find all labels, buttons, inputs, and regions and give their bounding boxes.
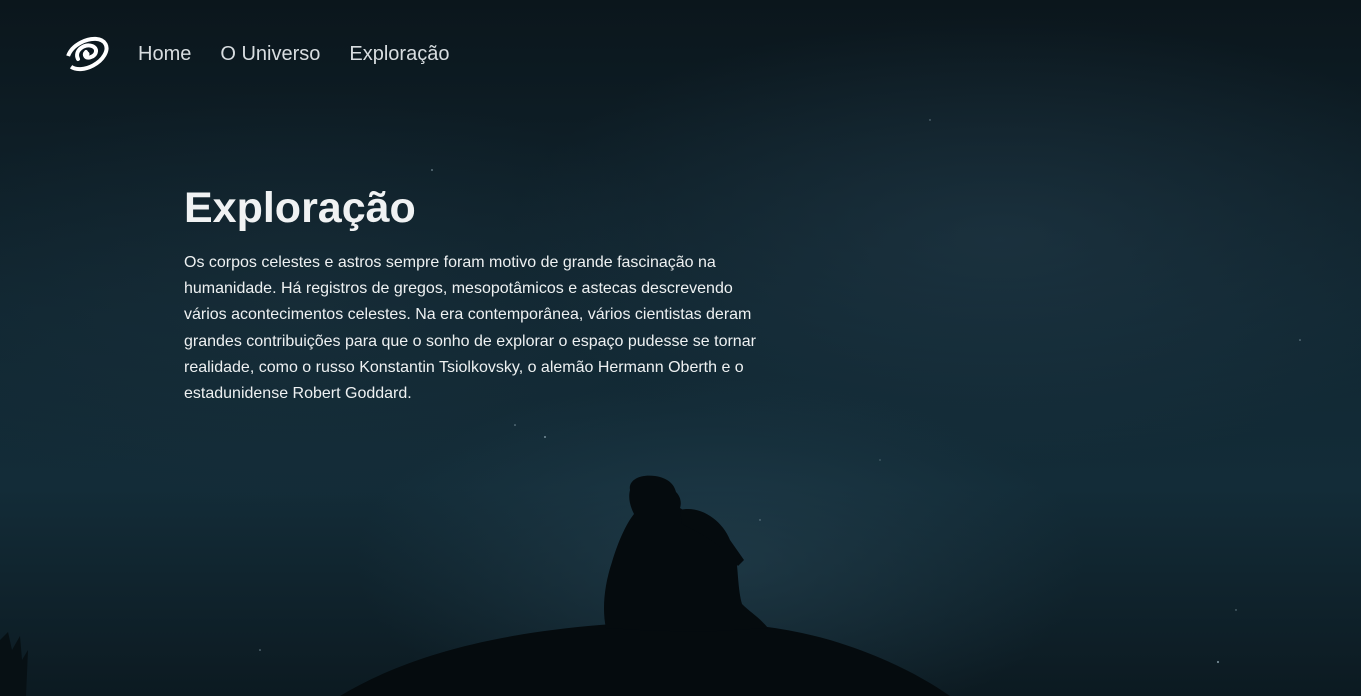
nav-link-o-universo[interactable]: O Universo — [220, 44, 320, 64]
main-navigation: Home O Universo Exploração — [64, 32, 478, 76]
person-silhouette — [604, 475, 768, 632]
plant-silhouette — [0, 632, 28, 696]
nav-link-home[interactable]: Home — [138, 44, 191, 64]
spiral-galaxy-icon[interactable] — [64, 33, 110, 75]
nav-link-exploracao[interactable]: Exploração — [349, 44, 449, 64]
hill-silhouette — [340, 621, 950, 696]
page-title: Exploração — [184, 184, 416, 232]
main-content: Exploração Os corpos celestes e astros s… — [184, 182, 774, 407]
intro-paragraph: Os corpos celestes e astros sempre foram… — [184, 254, 756, 403]
